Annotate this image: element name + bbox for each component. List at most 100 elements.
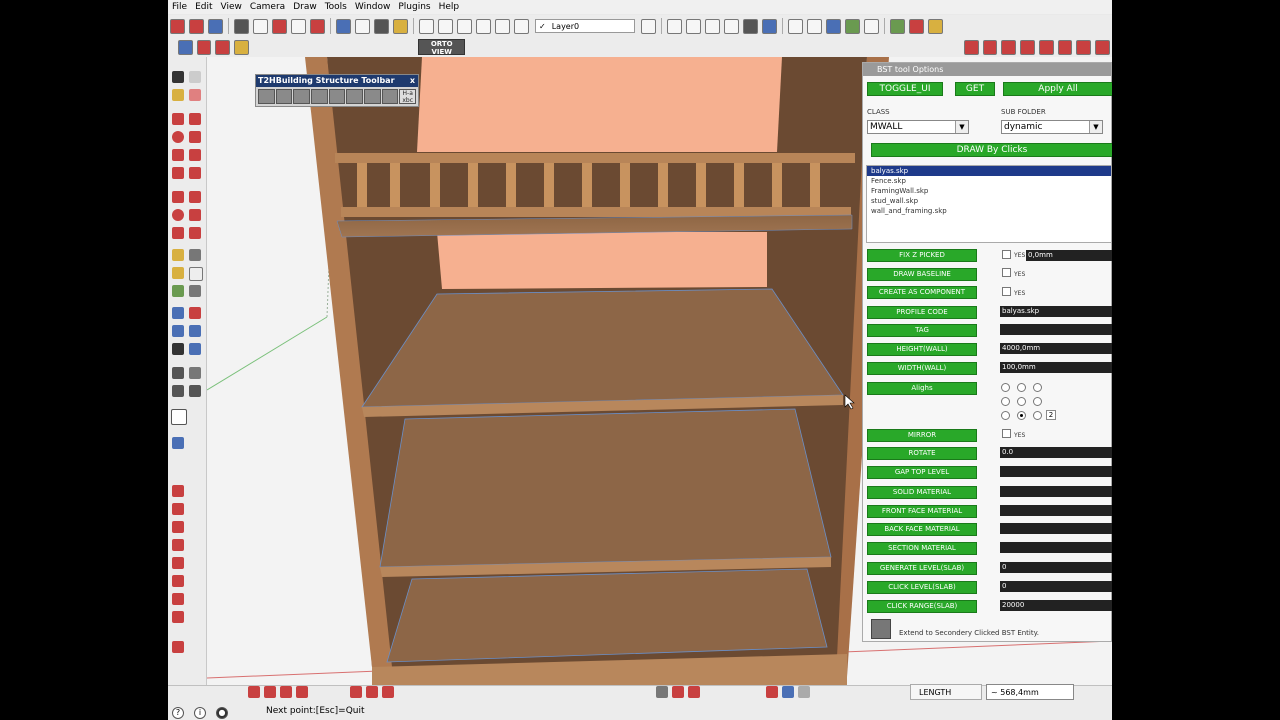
bst-tool-1-icon[interactable] [963,39,979,55]
section-plane-tool-icon[interactable] [189,385,201,397]
text-icon[interactable] [189,267,203,281]
click-level-button[interactable]: CLICK LEVEL(SLAB) [867,581,977,594]
align-number-field[interactable]: 2 [1046,410,1056,420]
bst-left-3-icon[interactable] [172,521,184,533]
tag-value[interactable] [1000,324,1112,335]
ortho-view-button[interactable]: ORTO VIEW [418,39,466,56]
solid-material-value[interactable] [1000,486,1112,497]
list-item[interactable]: stud_wall.skp [867,196,1111,206]
zoom-extents-icon[interactable] [172,343,184,355]
bst-tool-4-icon[interactable] [1020,39,1035,55]
freehand-icon[interactable] [189,149,201,161]
menu-edit[interactable]: Edit [191,2,216,12]
draw-baseline-button[interactable]: DRAW BASELINE [867,268,977,281]
width-wall-value[interactable]: 100,0mm [1000,362,1112,373]
list-item[interactable]: Fence.skp [867,176,1111,186]
copy-icon[interactable] [253,18,268,34]
generate-level-button[interactable]: GENERATE LEVEL(SLAB) [867,562,977,575]
arc-icon[interactable] [189,131,201,143]
hidden-line-icon[interactable] [705,18,720,34]
right-view-icon[interactable] [476,18,491,34]
align-button[interactable]: Alighs [867,382,977,395]
height-wall-button[interactable]: HEIGHT(WALL) [867,343,977,356]
solid-material-button[interactable]: SOLID MATERIAL [867,486,977,499]
previous-view-icon[interactable] [189,343,201,355]
save-icon[interactable] [208,18,223,34]
click-range-value[interactable]: 20000 [1000,600,1112,611]
bst-ramp-icon[interactable] [328,89,346,104]
axes-icon[interactable] [172,285,184,297]
tape-measure-icon[interactable] [172,249,184,261]
line-icon[interactable] [189,113,201,125]
scale-icon[interactable] [172,227,184,239]
status-tool-12-icon[interactable] [782,686,794,698]
bst-left-8-icon[interactable] [172,611,184,623]
rotate-button[interactable]: ROTATE [867,447,977,460]
eraser-icon[interactable] [189,89,201,101]
plugin-frame-icon[interactable] [928,18,943,34]
class-select[interactable]: MWALL ▼ [867,120,969,134]
fix-z-checkbox[interactable] [1002,250,1011,259]
menu-help[interactable]: Help [435,2,464,12]
create-component-checkbox[interactable] [1002,287,1011,296]
list-item[interactable]: balyas.skp [867,166,1111,176]
generate-level-value[interactable]: 0 [1000,562,1112,573]
mirror-button[interactable]: MIRROR [867,429,977,442]
rectangle-icon[interactable] [172,113,184,125]
export-icon[interactable] [845,18,860,34]
zoom-window-icon[interactable] [189,325,201,337]
bst-left-5-icon[interactable] [172,557,184,569]
front-face-material-value[interactable] [1000,505,1112,516]
status-tool-4-icon[interactable] [296,686,308,698]
bst-frame-icon[interactable] [311,89,328,104]
bst-search-icon[interactable] [258,89,275,104]
section-material-value[interactable] [1000,542,1112,553]
list-item[interactable]: FramingWall.skp [867,186,1111,196]
mirror-checkbox[interactable] [1002,429,1011,438]
menu-window[interactable]: Window [351,2,395,12]
bst-slab-icon[interactable] [346,89,364,104]
sandbox-icon[interactable] [172,437,184,449]
rotate-value[interactable]: 0.0 [1000,447,1112,458]
extend-entity-icon[interactable] [871,619,891,639]
bst-tool-8-icon[interactable] [1095,39,1111,55]
status-tool-7-icon[interactable] [382,686,394,698]
status-tool-5-icon[interactable] [350,686,362,698]
draw-by-clicks-button[interactable]: DRAW By Clicks [871,143,1112,157]
profile-code-button[interactable]: PROFILE CODE [867,306,977,319]
menu-file[interactable]: File [168,2,191,12]
bst-tool-2-icon[interactable] [982,39,998,55]
front-face-material-button[interactable]: FRONT FACE MATERIAL [867,505,977,518]
status-tool-13-icon[interactable] [798,686,810,698]
delete-icon[interactable] [310,18,325,34]
select-icon[interactable] [172,71,184,83]
bst-pencil-icon[interactable] [381,89,399,104]
bst-left-7-icon[interactable] [172,593,184,605]
click-level-value[interactable]: 0 [1000,581,1112,592]
status-tool-8-icon[interactable] [656,686,668,698]
bst-tool-7-icon[interactable] [1076,39,1092,55]
top-view-icon[interactable] [438,18,453,34]
status-tool-11-icon[interactable] [766,686,778,698]
bst-tool-6-icon[interactable] [1057,39,1073,55]
bst-left-2-icon[interactable] [172,503,184,515]
align-radio-tc[interactable] [1017,383,1026,392]
menu-tools[interactable]: Tools [321,2,351,12]
t2h-floating-toolbar[interactable]: T2HBuilding Structure Toolbar x H-a xbc [255,74,419,107]
plugin-figure-icon[interactable] [890,18,905,34]
layer-manager-icon[interactable] [641,18,656,34]
pan-icon[interactable] [189,307,201,319]
tag-button[interactable]: TAG [867,324,977,337]
profile-file-list[interactable]: balyas.skp Fence.skp FramingWall.skp stu… [866,165,1112,243]
outliner-icon[interactable] [171,409,187,425]
list-item[interactable]: wall_and_framing.skp [867,206,1111,216]
wireframe-icon[interactable] [686,18,701,34]
textured-icon[interactable] [743,18,758,34]
align-radio-mr[interactable] [1033,397,1042,406]
section-display-icon[interactable] [215,39,231,55]
print-icon[interactable] [374,18,389,34]
shaded-icon[interactable] [724,18,739,34]
3d-text-icon[interactable] [189,285,201,297]
move-icon[interactable] [172,191,184,203]
bst-wall-icon[interactable] [293,89,311,104]
